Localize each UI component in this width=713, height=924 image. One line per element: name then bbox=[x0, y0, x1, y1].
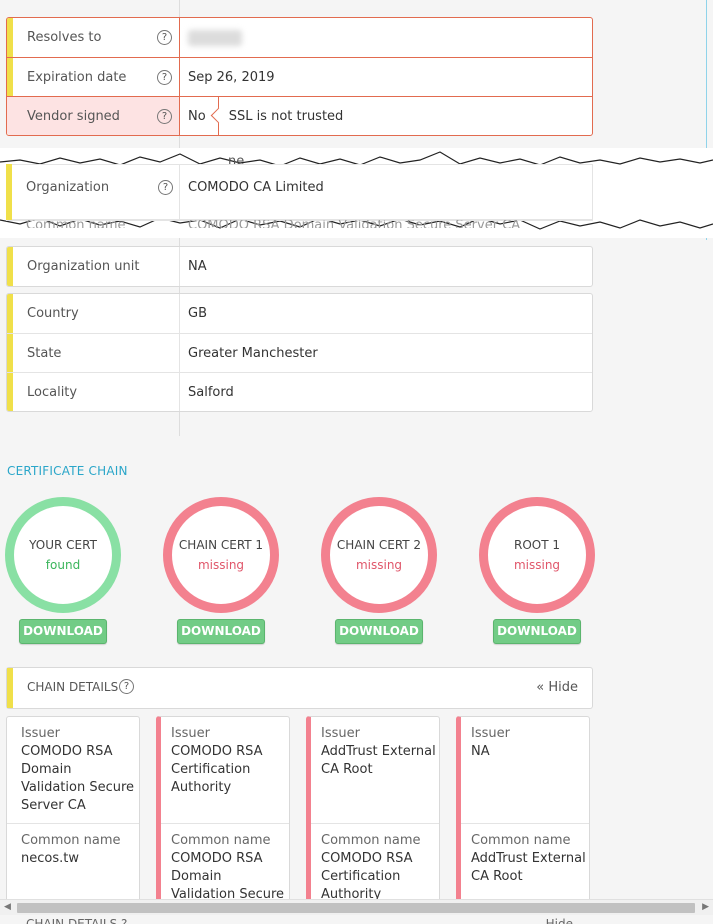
download-root-1-button[interactable]: DOWNLOAD bbox=[493, 619, 581, 644]
chain-circle-your-cert: YOUR CERT found bbox=[5, 497, 121, 613]
row-country: Country GB bbox=[7, 294, 592, 333]
chain-circle-chain-cert-1: CHAIN CERT 1 missing bbox=[163, 497, 279, 613]
issuer-label: Issuer bbox=[321, 726, 360, 741]
chain-detail-card: Issuer COMODO RSA Certification Authority… bbox=[156, 716, 290, 906]
issuer-value: COMODO RSA Certification Authority bbox=[171, 744, 263, 795]
scrollbar-thumb[interactable] bbox=[17, 903, 695, 913]
row-locality: Locality Salford bbox=[7, 372, 592, 411]
cert-info-card: Resolves to? Expiration date? Sep 26, 20… bbox=[6, 17, 593, 136]
download-your-cert-button[interactable]: DOWNLOAD bbox=[19, 619, 107, 644]
value-organization: COMODO CA Limited bbox=[188, 180, 324, 195]
label-resolves-to: Resolves to bbox=[27, 30, 102, 45]
hide-chain-details-link[interactable]: « Hide bbox=[536, 680, 578, 695]
horizontal-scrollbar[interactable]: ◀ ▶ bbox=[0, 899, 713, 915]
chain-detail-card: Issuer COMODO RSA Domain Validation Secur… bbox=[6, 716, 140, 906]
common-name-label: Common name bbox=[171, 833, 271, 848]
chain-circle-root-1: ROOT 1 missing bbox=[479, 497, 595, 613]
location-card: Country GB State Greater Manchester Loca… bbox=[6, 293, 593, 412]
label-organization: Organization bbox=[26, 180, 110, 195]
common-name-value: AddTrust External CA Root bbox=[471, 851, 586, 884]
common-name-label: Common name bbox=[471, 833, 571, 848]
cert-name: CHAIN CERT 1 bbox=[178, 538, 264, 552]
cert-status: missing bbox=[513, 558, 561, 572]
chain-details-header: CHAIN DETAILS ? « Hide bbox=[6, 667, 593, 709]
value-state: Greater Manchester bbox=[188, 345, 318, 361]
row-resolves-to: Resolves to? bbox=[7, 18, 592, 57]
common-name-value: COMODO RSA Certification Authority bbox=[321, 851, 413, 902]
issuer-label: Issuer bbox=[21, 726, 60, 741]
common-name-value: COMODO RSA Domain Validation Secure bbox=[171, 851, 285, 902]
scroll-right-icon[interactable]: ▶ bbox=[702, 902, 709, 912]
ssl-note-text: SSL is not trusted bbox=[228, 108, 344, 124]
peek-bottom-value: COMODO RSA Domain Validation Secure Serv… bbox=[188, 220, 521, 228]
common-name-value: necos.tw bbox=[21, 851, 79, 866]
download-chain-cert-1-button[interactable]: DOWNLOAD bbox=[177, 619, 265, 644]
blurred-value bbox=[188, 29, 242, 46]
row-state: State Greater Manchester bbox=[7, 333, 592, 372]
help-icon[interactable]: ? bbox=[157, 109, 172, 124]
chain-details-title: CHAIN DETAILS bbox=[27, 680, 119, 694]
issuer-value: COMODO RSA Domain Validation Secure Serv… bbox=[21, 744, 135, 813]
help-icon[interactable]: ? bbox=[119, 679, 134, 694]
row-vendor-signed: Vendor signed? No SSL is not trusted bbox=[7, 96, 592, 135]
peek-bottom-label: Common name bbox=[26, 220, 126, 228]
issuer-value: AddTrust External CA Root bbox=[321, 744, 436, 777]
cert-name: YOUR CERT bbox=[29, 538, 97, 552]
issuer-label: Issuer bbox=[471, 726, 510, 741]
label-vendor-signed: Vendor signed bbox=[27, 108, 120, 124]
scroll-left-icon[interactable]: ◀ bbox=[4, 902, 11, 912]
help-icon[interactable]: ? bbox=[158, 180, 173, 195]
label-organization-unit: Organization unit bbox=[27, 259, 140, 274]
row-expiration-date: Expiration date? Sep 26, 2019 bbox=[7, 57, 592, 96]
label-state: State bbox=[27, 345, 62, 361]
common-name-label: Common name bbox=[21, 833, 121, 848]
label-country: Country bbox=[27, 306, 79, 321]
label-locality: Locality bbox=[27, 384, 78, 400]
certificate-chain-title: CERTIFICATE CHAIN bbox=[7, 464, 128, 478]
bottom-peek-title: CHAIN DETAILS ? bbox=[26, 917, 128, 924]
download-chain-cert-2-button[interactable]: DOWNLOAD bbox=[335, 619, 423, 644]
cert-name: CHAIN CERT 2 bbox=[336, 538, 422, 552]
cert-name: ROOT 1 bbox=[513, 538, 560, 552]
value-organization-unit: NA bbox=[188, 259, 207, 274]
torn-divider bbox=[179, 164, 180, 220]
value-country: GB bbox=[188, 306, 207, 321]
ssl-not-trusted-note: SSL is not trusted bbox=[217, 97, 344, 135]
label-expiration-date: Expiration date bbox=[27, 69, 127, 85]
issuer-label: Issuer bbox=[171, 726, 210, 741]
chain-detail-card: Issuer AddTrust External CA Root Common n… bbox=[306, 716, 440, 906]
cert-status: missing bbox=[197, 558, 245, 572]
common-name-label: Common name bbox=[321, 833, 421, 848]
org-unit-card: Organization unit NA bbox=[6, 246, 593, 287]
value-expiration-date: Sep 26, 2019 bbox=[188, 69, 275, 85]
value-locality: Salford bbox=[188, 384, 234, 400]
chain-detail-card: Issuer NA Common name AddTrust External CA… bbox=[456, 716, 590, 906]
issuer-value: NA bbox=[471, 744, 490, 759]
peek-top-text: ne bbox=[228, 154, 245, 164]
row-organization-unit: Organization unit NA bbox=[7, 247, 592, 286]
yellow-bar bbox=[6, 164, 12, 220]
help-icon[interactable]: ? bbox=[157, 70, 172, 85]
help-icon[interactable]: ? bbox=[157, 30, 172, 45]
bottom-peek-hide: Hide bbox=[545, 917, 573, 924]
cert-status: found bbox=[45, 558, 81, 572]
torn-screenshot-section: ne Organization ? COMODO CA Limited Comm… bbox=[0, 148, 713, 238]
cert-status: missing bbox=[355, 558, 403, 572]
chain-circle-chain-cert-2: CHAIN CERT 2 missing bbox=[321, 497, 437, 613]
